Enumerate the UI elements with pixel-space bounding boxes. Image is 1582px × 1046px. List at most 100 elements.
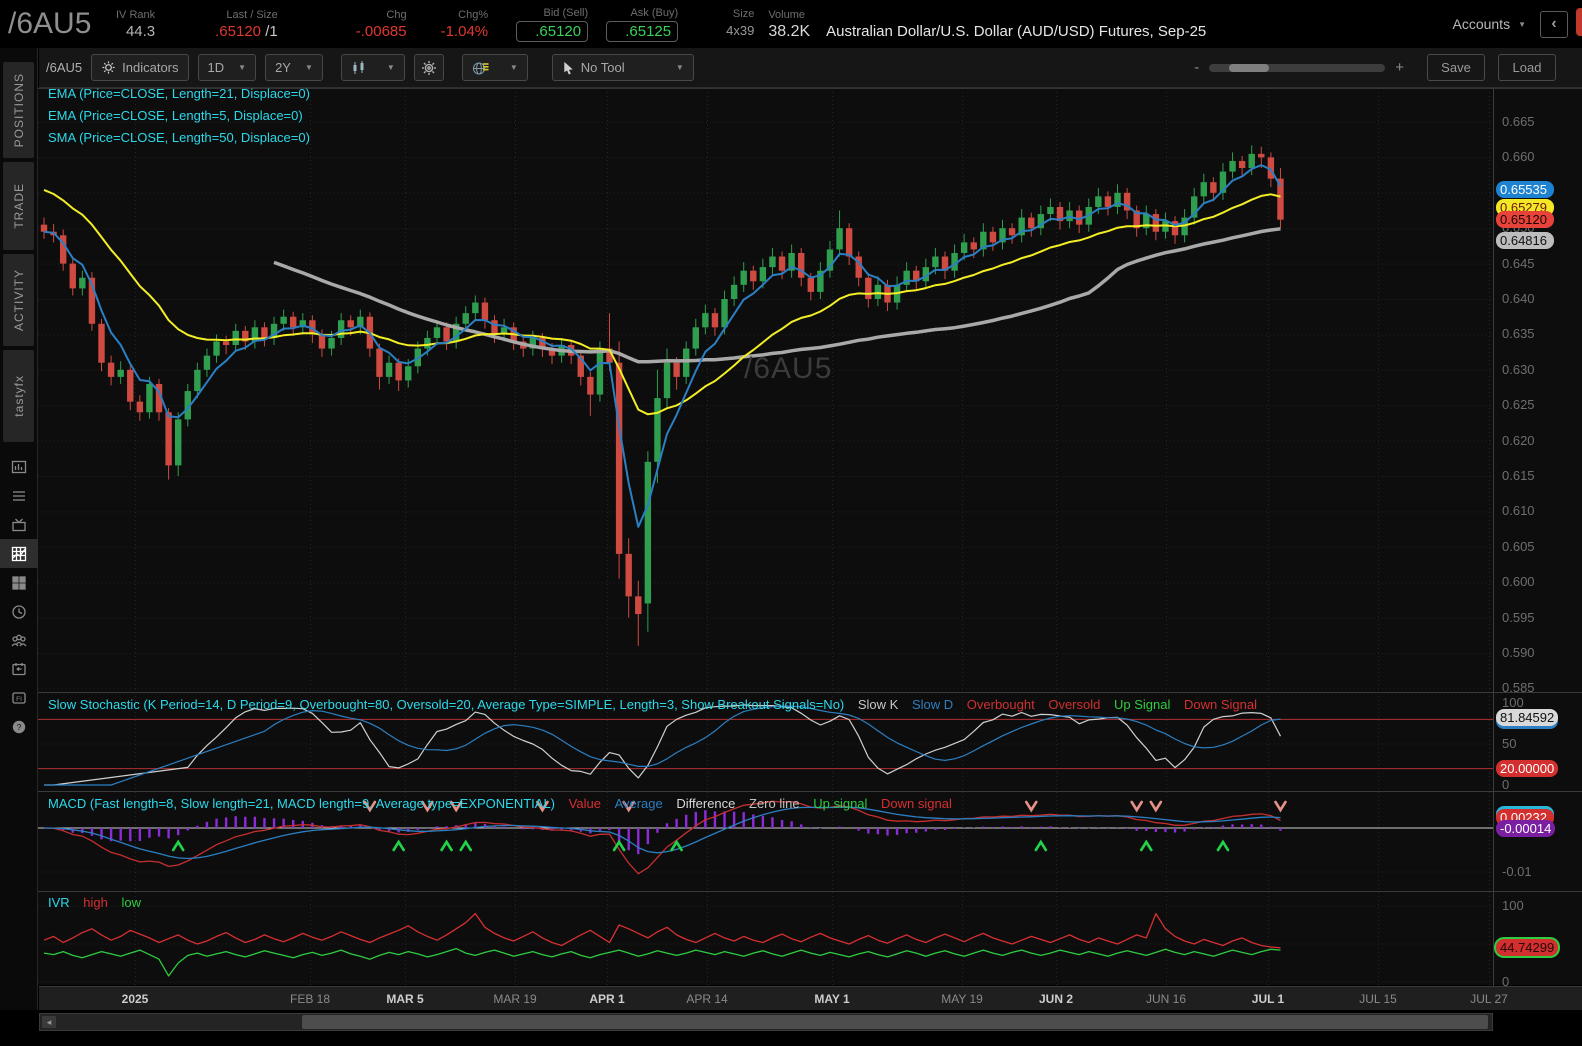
apps-grid-icon[interactable] <box>0 568 38 597</box>
watchlist-icon[interactable] <box>0 481 38 510</box>
time-axis-label: JUN 16 <box>1145 992 1187 1006</box>
chevron-down-icon: ▼ <box>675 63 684 72</box>
time-axis-label: APR 14 <box>686 992 728 1006</box>
chg-field: Chg -.00685 <box>355 8 407 40</box>
zoom-in-button[interactable]: + <box>1395 59 1404 76</box>
calendar-return-icon[interactable] <box>0 654 38 683</box>
ivr-axis-label: 100 <box>1502 898 1524 913</box>
scrollbar-thumb[interactable] <box>302 1015 1488 1029</box>
time-axis-label: JUL 1 <box>1251 992 1285 1006</box>
price-axis-label: 0.665 <box>1502 114 1535 129</box>
time-axis-label: MAY 1 <box>814 992 850 1006</box>
zoom-slider[interactable] <box>1209 63 1386 72</box>
time-axis-label: JUL 15 <box>1359 992 1397 1006</box>
gear-icon <box>421 60 436 75</box>
drawing-set-dropdown[interactable]: ▼ <box>461 54 528 81</box>
zoom-slider-thumb[interactable] <box>1229 63 1270 72</box>
time-axis-strip <box>39 986 1582 1010</box>
chevron-down-icon: ▼ <box>304 63 313 72</box>
macd-axis-label: -0.01 <box>1502 864 1532 879</box>
news-chart-icon[interactable] <box>0 452 38 481</box>
ask-field[interactable]: Ask (Buy) .65125 <box>606 6 679 42</box>
axis-value-bubble: -0.00014 <box>1496 819 1556 837</box>
chart-canvas[interactable] <box>0 0 1582 1046</box>
axis-value-bubble: 20.00000 <box>1496 759 1559 777</box>
ivr-title[interactable]: IVR <box>48 895 70 910</box>
price-axis-label: 0.585 <box>1502 680 1535 696</box>
quote-header: /6AU5 IV Rank 44.3 Last / Size .65120 /1… <box>0 0 1582 48</box>
ivr-axis-label: 0 <box>1502 974 1510 989</box>
price-axis-label: 0.610 <box>1502 503 1535 519</box>
overlay-label-ema5[interactable]: EMA (Price=CLOSE, Length=5, Displace=0) <box>48 108 303 123</box>
svg-text:FI: FI <box>16 695 22 702</box>
price-axis-label: 0.620 <box>1502 432 1535 448</box>
chevron-left-icon: ‹ <box>1551 15 1557 32</box>
stochastic-label-row: Slow Stochastic (K Period=14, D Period=9… <box>48 697 1257 712</box>
time-axis-label: APR 1 <box>589 992 625 1006</box>
notification-tab[interactable] <box>1576 8 1582 36</box>
history-clock-icon[interactable] <box>0 597 38 626</box>
bid-field[interactable]: Bid (Sell) .65120 <box>516 6 589 42</box>
stoch-axis-label: 0 <box>1502 777 1510 792</box>
tool-dropdown[interactable]: No Tool ▼ <box>551 54 694 81</box>
sidebar-tab-trade[interactable]: TRADE <box>3 162 34 250</box>
last-size-field: Last / Size .65120 /1 <box>215 8 278 40</box>
iv-rank-field: IV Rank 44.3 <box>116 8 156 40</box>
stochastic-title[interactable]: Slow Stochastic (K Period=14, D Period=9… <box>48 697 844 712</box>
ask-button[interactable]: .65125 <box>606 21 679 42</box>
sidebar-tab-activity[interactable]: ACTIVITY <box>3 254 34 346</box>
load-button[interactable]: Load <box>1498 54 1556 81</box>
range-dropdown[interactable]: 2Y ▼ <box>265 54 323 81</box>
price-axis-label: 0.640 <box>1502 291 1535 306</box>
chevron-down-icon: ▼ <box>1518 19 1526 29</box>
globe-drawings-icon <box>472 62 489 74</box>
scroll-left-button[interactable]: ◂ <box>42 1016 56 1028</box>
chart-icon[interactable] <box>0 539 38 568</box>
price-axis-label: 0.615 <box>1502 468 1535 483</box>
time-axis-label: JUL 27 <box>1470 992 1508 1006</box>
timeframe-dropdown[interactable]: 1D ▼ <box>197 54 257 81</box>
price-axis-label: 0.590 <box>1502 645 1535 660</box>
macd-title[interactable]: MACD (Fast length=8, Slow length=21, MAC… <box>48 796 555 811</box>
axis-value-bubble: 44.74299 <box>1496 938 1559 956</box>
trading-platform-window: /6AU5 IV Rank 44.3 Last / Size .65120 /1… <box>0 0 1582 1046</box>
price-axis-label: 0.660 <box>1502 149 1535 165</box>
indicators-icon <box>102 61 115 74</box>
fi-icon[interactable]: FI <box>0 683 38 712</box>
price-axis-label: 0.625 <box>1502 397 1535 413</box>
community-icon[interactable] <box>0 626 38 655</box>
axis-value-bubble: 0.64816 <box>1496 232 1554 250</box>
chart-watermark: /6AU5 <box>744 352 833 385</box>
price-axis-label: 0.595 <box>1502 609 1535 625</box>
bid-button[interactable]: .65120 <box>516 21 589 42</box>
stoch-axis-label: 100 <box>1502 695 1524 710</box>
price-axis-label: 0.600 <box>1502 574 1535 590</box>
volume-field: Volume 38.2K <box>768 8 811 40</box>
indicators-button[interactable]: Indicators <box>91 54 189 81</box>
candlestick-icon <box>353 60 364 74</box>
chg-pct-field: Chg% -1.04% <box>440 8 489 40</box>
macd-label-row: MACD (Fast length=8, Slow length=21, MAC… <box>48 796 952 811</box>
sidebar-tab-tastyfx[interactable]: tastyfx <box>3 350 34 442</box>
cursor-icon <box>564 61 573 74</box>
axis-value-bubble: 81.84592 <box>1496 708 1559 726</box>
sidebar-tab-positions[interactable]: POSITIONS <box>3 62 34 158</box>
settings-button[interactable] <box>413 54 444 81</box>
instrument-description: Australian Dollar/U.S. Dollar (AUD/USD) … <box>826 22 1207 40</box>
axis-value-bubble: 0.65535 <box>1496 181 1554 199</box>
chart-type-dropdown[interactable]: ▼ <box>340 54 405 81</box>
save-button[interactable]: Save <box>1427 54 1485 81</box>
time-axis-label: FEB 18 <box>289 992 331 1006</box>
zoom-out-button[interactable]: - <box>1194 59 1199 76</box>
chart-toolbar: /6AU5 Indicators 1D ▼ 2Y ▼ ▼ ▼ No Tool ▼ <box>39 48 1582 88</box>
accounts-dropdown[interactable]: Accounts ▼ <box>1452 16 1526 32</box>
stoch-axis-label: 50 <box>1502 736 1517 751</box>
chevron-down-icon: ▼ <box>238 63 247 72</box>
chart-scrollbar[interactable]: ◂ <box>39 1013 1493 1031</box>
left-sidebar: POSITIONS TRADE ACTIVITY tastyfx FI ? <box>0 48 38 1010</box>
collapse-panel-button[interactable]: ‹ <box>1540 10 1568 38</box>
overlay-label-ema21[interactable]: EMA (Price=CLOSE, Length=21, Displace=0) <box>48 86 310 101</box>
help-icon[interactable]: ? <box>0 712 38 741</box>
tv-icon[interactable] <box>0 510 38 539</box>
overlay-label-sma50[interactable]: SMA (Price=CLOSE, Length=50, Displace=0) <box>48 130 310 145</box>
